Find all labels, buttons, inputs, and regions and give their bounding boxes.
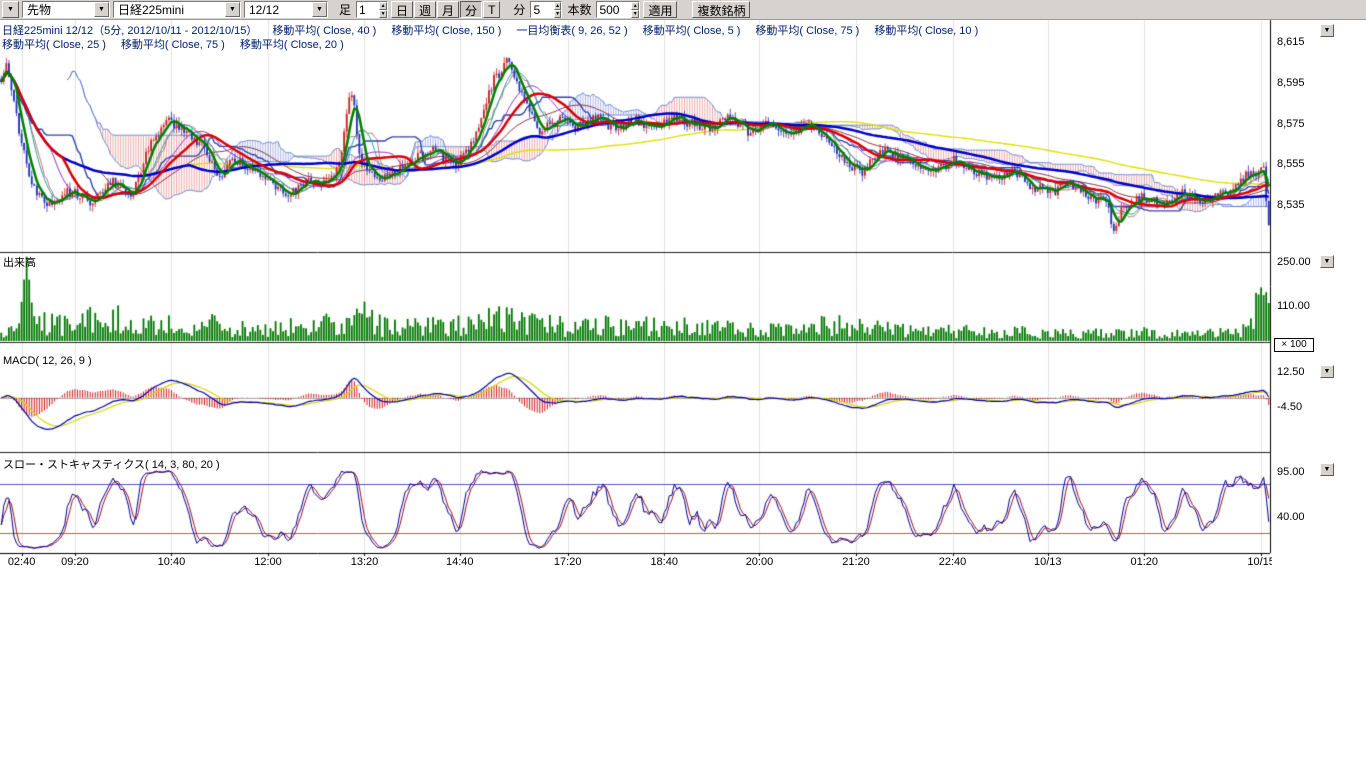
period-button-group: 日週月分T bbox=[391, 1, 500, 18]
indicator-header-line2: 移動平均( Close, 25 ) 移動平均( Close, 75 ) 移動平均( … bbox=[2, 36, 359, 52]
volume-tick-label: 110.00 bbox=[1277, 300, 1310, 312]
indicator-text: 一目均衡表( 9, 26, 52 ) bbox=[516, 25, 627, 37]
chevron-down-icon[interactable]: ▼ bbox=[225, 2, 240, 17]
price-tick-label: 8,595 bbox=[1277, 77, 1305, 89]
period-button-T[interactable]: T bbox=[483, 1, 500, 18]
time-axis-label: 14:40 bbox=[446, 556, 474, 568]
volume-tick-label: 250.00 bbox=[1277, 256, 1311, 268]
time-axis-label: 12:00 bbox=[254, 556, 282, 568]
indicator-text: 移動平均( Close, 20 ) bbox=[240, 39, 344, 51]
bar-type-label: 足 bbox=[337, 1, 353, 18]
period-button-日[interactable]: 日 bbox=[391, 1, 413, 18]
price-tick-label: 8,555 bbox=[1277, 158, 1305, 170]
price-panel-dropdown[interactable]: ▼ bbox=[1320, 24, 1334, 37]
apply-button[interactable]: 適用 bbox=[643, 1, 677, 18]
volume-multiplier-badge: × 100 bbox=[1274, 338, 1314, 352]
time-axis-label: 09:20 bbox=[61, 556, 89, 568]
bar-multiple-stepper: ▲▼ bbox=[356, 1, 388, 18]
time-axis-label: 21:20 bbox=[842, 556, 870, 568]
time-axis-label: 10/15 bbox=[1247, 556, 1272, 568]
time-axis-label: 20:00 bbox=[746, 556, 774, 568]
time-axis-label: 17:20 bbox=[554, 556, 582, 568]
multi-symbol-button[interactable]: 複数銘柄 bbox=[692, 1, 750, 18]
time-axis-label: 02:40 bbox=[8, 556, 36, 568]
indicator-text: 移動平均( Close, 10 ) bbox=[874, 25, 978, 37]
volume-panel-label: 出来高 bbox=[3, 254, 36, 270]
minute-input[interactable] bbox=[531, 2, 553, 17]
macd-tick-label: -4.50 bbox=[1277, 401, 1302, 413]
indicator-text: 移動平均( Close, 75 ) bbox=[755, 25, 859, 37]
minute-stepper: ▲▼ bbox=[530, 1, 562, 18]
stoch-tick-label: 95.00 bbox=[1277, 466, 1305, 478]
period-button-週[interactable]: 週 bbox=[414, 1, 436, 18]
time-axis-label: 18:40 bbox=[650, 556, 678, 568]
category-combo[interactable]: 先物 ▼ bbox=[22, 1, 110, 18]
contract-month-combo[interactable]: 12/12 ▼ bbox=[244, 1, 328, 18]
chevron-down-icon[interactable]: ▼ bbox=[94, 2, 109, 17]
price-tick-label: 8,615 bbox=[1277, 36, 1305, 48]
price-tick-label: 8,535 bbox=[1277, 199, 1305, 211]
contract-combo-value: 12/12 bbox=[245, 3, 283, 17]
indicator-text: 移動平均( Close, 5 ) bbox=[643, 25, 741, 37]
symbol-combo-value: 日経225mini bbox=[114, 1, 188, 18]
bar-count-input[interactable] bbox=[597, 2, 630, 17]
period-button-月[interactable]: 月 bbox=[437, 1, 459, 18]
spinner-buttons[interactable]: ▲▼ bbox=[554, 2, 562, 17]
time-axis-label: 10/13 bbox=[1034, 556, 1062, 568]
minute-label: 分 bbox=[511, 1, 527, 18]
indicator-text: 移動平均( Close, 75 ) bbox=[121, 39, 225, 51]
stoch-panel-label: スロー・ストキャスティクス( 14, 3, 80, 20 ) bbox=[3, 456, 220, 472]
indicator-text: 移動平均( Close, 150 ) bbox=[391, 25, 501, 37]
symbol-combo[interactable]: 日経225mini ▼ bbox=[113, 1, 241, 18]
period-button-分[interactable]: 分 bbox=[460, 1, 482, 18]
category-combo-value: 先物 bbox=[23, 1, 55, 18]
macd-panel-label: MACD( 12, 26, 9 ) bbox=[3, 355, 92, 367]
spinner-buttons[interactable]: ▲▼ bbox=[631, 2, 640, 17]
stoch-tick-label: 40.00 bbox=[1277, 511, 1305, 523]
time-axis-label: 10:40 bbox=[158, 556, 186, 568]
chevron-down-icon[interactable]: ▼ bbox=[312, 2, 327, 17]
time-axis-label: 22:40 bbox=[939, 556, 967, 568]
time-axis-label: 01:20 bbox=[1131, 556, 1159, 568]
spinner-buttons[interactable]: ▲▼ bbox=[379, 2, 387, 17]
macd-tick-label: 12.50 bbox=[1277, 366, 1305, 378]
toolbar: ▼ 先物 ▼ 日経225mini ▼ 12/12 ▼ 足 ▲▼ 日週月分T 分 … bbox=[0, 0, 1366, 20]
bar-multiple-input[interactable] bbox=[357, 2, 379, 17]
price-tick-label: 8,575 bbox=[1277, 118, 1305, 130]
time-axis-label: 13:20 bbox=[351, 556, 379, 568]
indicator-text: 移動平均( Close, 25 ) bbox=[2, 39, 106, 51]
time-axis: 02:40 09:20 10:40 12:00 13:20 14:40 17:20 18:40… bbox=[0, 556, 1272, 571]
bar-count-label: 本数 bbox=[565, 1, 593, 18]
chart-canvas[interactable] bbox=[0, 0, 1366, 580]
bar-count-stepper: ▲▼ bbox=[596, 1, 640, 18]
volume-panel-dropdown[interactable]: ▼ bbox=[1320, 255, 1334, 268]
chart-application: ▼ 先物 ▼ 日経225mini ▼ 12/12 ▼ 足 ▲▼ 日週月分T 分 … bbox=[0, 0, 1366, 768]
stoch-panel-dropdown[interactable]: ▼ bbox=[1320, 463, 1334, 476]
macd-panel-dropdown[interactable]: ▼ bbox=[1320, 365, 1334, 378]
toolbar-collapse-dropdown[interactable]: ▼ bbox=[2, 1, 19, 18]
